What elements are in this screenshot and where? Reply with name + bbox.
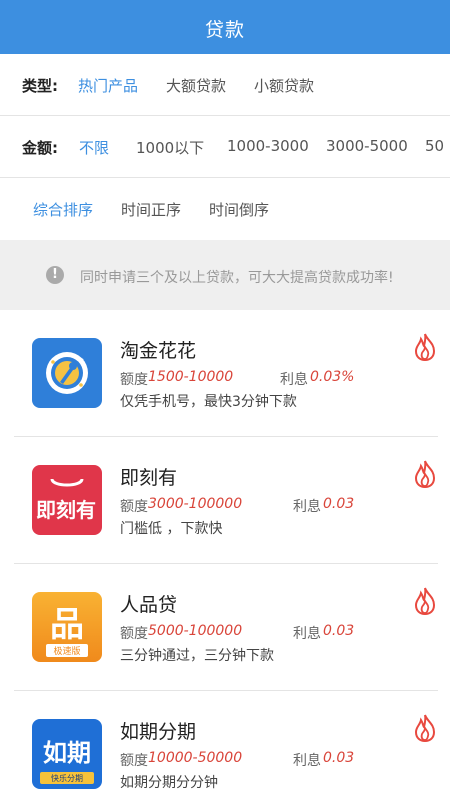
product-description: 门槛低 ，下款快 (120, 521, 223, 537)
type-option-large[interactable]: 大额贷款 (166, 75, 226, 96)
amount-option-3000-5000[interactable]: 3000-5000 (326, 137, 408, 155)
app-header: 贷款 (0, 0, 450, 54)
ruqi-logo-text: 如期 (43, 739, 91, 767)
renpindai-logo-text: 品 (50, 605, 84, 645)
product-name: 即刻有 (120, 467, 178, 489)
renpindai-logo: 品 极速版 (32, 592, 102, 662)
product-name: 淘金花花 (120, 340, 197, 362)
fire-icon (414, 714, 436, 743)
product-item-ruqi[interactable]: 如期 快乐分期 如期分期 额度 10000-50000 利息 0.03 如期分期… (14, 691, 438, 800)
renpindai-logo-sub: 极速版 (53, 645, 80, 657)
amount-filter-label: 金额: (22, 139, 58, 157)
product-name: 如期分期 (120, 721, 197, 743)
notice-bar: ! 同时申请三个及以上贷款，可大大提高贷款成功率! (0, 240, 450, 310)
amount-option-unlimited[interactable]: 不限 (79, 137, 109, 158)
type-filter-label: 类型: (22, 77, 58, 95)
amount-option-under-1000[interactable]: 1000以下 (136, 137, 204, 158)
type-option-small[interactable]: 小额贷款 (254, 75, 314, 96)
quota-label: 额度 (120, 499, 148, 515)
rate-value: 0.03 (323, 623, 355, 639)
rate-value: 0.03 (323, 496, 355, 512)
product-item-jikeyou[interactable]: 即刻有 即刻有 额度 3000-100000 利息 0.03 门槛低 ，下款快 (14, 437, 438, 564)
quota-value: 3000-100000 (148, 496, 243, 512)
quota-value: 5000-100000 (148, 623, 243, 639)
product-item-renpindai[interactable]: 品 极速版 人品贷 额度 5000-100000 利息 0.03 三分钟通过，三… (14, 564, 438, 691)
amount-filter-row: 金额: 不限 1000以下 1000-3000 3000-5000 50 (0, 116, 450, 178)
jikeyou-logo: 即刻有 (32, 465, 102, 535)
ruqi-logo: 如期 快乐分期 (32, 719, 102, 789)
quota-value: 10000-50000 (148, 750, 243, 766)
sort-row: 综合排序 时间正序 时间倒序 (0, 178, 450, 240)
rate-value: 0.03 (323, 750, 355, 766)
rate-label: 利息 (293, 626, 321, 642)
product-name: 人品贷 (120, 594, 178, 616)
fire-icon (414, 587, 436, 616)
sort-option-time-desc[interactable]: 时间倒序 (209, 199, 269, 220)
quota-label: 额度 (120, 753, 148, 769)
product-description: 如期分期分分钟 (120, 775, 218, 791)
fire-icon (414, 460, 436, 489)
jikeyou-logo-text: 即刻有 (36, 498, 96, 522)
product-description: 仅凭手机号，最快3分钟下款 (120, 394, 297, 410)
taojin-logo (32, 338, 102, 408)
type-option-hot[interactable]: 热门产品 (78, 75, 138, 96)
product-item-taojin[interactable]: 淘金花花 额度 1500-10000 利息 0.03% 仅凭手机号，最快3分钟下… (14, 310, 438, 437)
product-description: 三分钟通过，三分钟下款 (120, 648, 274, 664)
notice-text: 同时申请三个及以上贷款，可大大提高贷款成功率! (80, 270, 394, 286)
type-filter-row: 类型: 热门产品 大额贷款 小额贷款 (0, 54, 450, 116)
quota-label: 额度 (120, 372, 148, 388)
page-title: 贷款 (204, 19, 245, 41)
rate-value: 0.03% (310, 369, 355, 385)
ruqi-logo-sub: 快乐分期 (51, 773, 83, 783)
amount-option-more[interactable]: 50 (425, 137, 444, 155)
quota-label: 额度 (120, 626, 148, 642)
amount-option-1000-3000[interactable]: 1000-3000 (227, 137, 309, 155)
sort-option-overall[interactable]: 综合排序 (33, 199, 93, 220)
rate-label: 利息 (293, 499, 321, 515)
rate-label: 利息 (280, 372, 308, 388)
exclamation-icon: ! (46, 266, 64, 284)
fire-icon (414, 333, 436, 362)
rate-label: 利息 (293, 753, 321, 769)
quota-value: 1500-10000 (148, 369, 234, 385)
product-list: 淘金花花 额度 1500-10000 利息 0.03% 仅凭手机号，最快3分钟下… (0, 310, 450, 800)
sort-option-time-asc[interactable]: 时间正序 (121, 199, 181, 220)
